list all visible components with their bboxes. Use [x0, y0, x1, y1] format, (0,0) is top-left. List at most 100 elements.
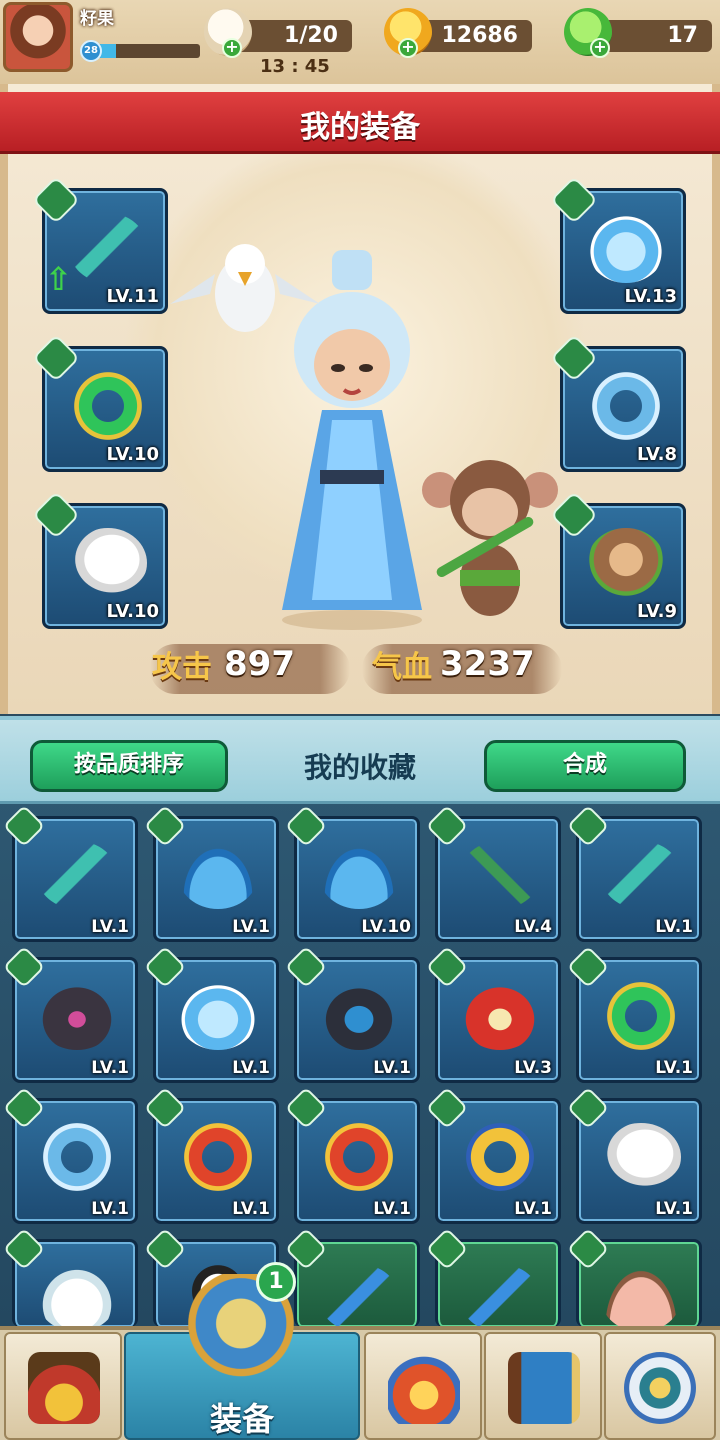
hp-value: 3237	[440, 644, 535, 684]
collection-item[interactable]: LV.1	[143, 1086, 279, 1224]
equip-slot-accessory[interactable]: LV.10	[31, 333, 168, 472]
blue-fan-icon	[178, 841, 258, 909]
nav-tab-settings[interactable]	[604, 1332, 716, 1440]
dark-robe-icon	[37, 982, 117, 1050]
dagger-icon	[69, 213, 147, 283]
item-level: LV.4	[514, 917, 552, 937]
item-level: LV.1	[373, 1199, 411, 1219]
blue-fan-icon	[319, 841, 399, 909]
collection-item[interactable]: LV.1	[2, 1086, 138, 1224]
item-level: LV.1	[232, 1199, 270, 1219]
attack-label: 攻击	[152, 650, 212, 685]
collection-item[interactable]: LV.1	[284, 1086, 420, 1224]
monkey-icon	[587, 528, 665, 598]
item-level: LV.1	[655, 1199, 693, 1219]
red-pendant-icon	[319, 1123, 399, 1191]
battle-icon	[388, 1352, 460, 1424]
dagger-icon	[601, 841, 681, 909]
slot-level: LV.10	[106, 444, 160, 465]
collection-item[interactable]	[284, 1227, 420, 1332]
add-stamina-button[interactable]: +	[222, 38, 242, 58]
add-gold-button[interactable]: +	[398, 38, 418, 58]
collection-item[interactable]: LV.1	[425, 1086, 561, 1224]
nav-tab-equipment-label: 装备	[209, 1400, 274, 1438]
slot-level: LV.8	[637, 444, 677, 465]
item-level: LV.1	[655, 1058, 693, 1078]
equip-slot-pet-2[interactable]: LV.9	[549, 490, 686, 629]
slot-level: LV.13	[624, 286, 678, 307]
equip-slot-armor[interactable]: LV.13	[549, 175, 686, 314]
attack-value: 897	[224, 644, 295, 684]
settings-gear-icon	[624, 1352, 696, 1424]
blue-pendant-icon	[587, 371, 665, 441]
collection-item[interactable]: LV.1	[143, 945, 279, 1083]
collection-item[interactable]	[425, 1227, 561, 1332]
slot-level: LV.9	[637, 601, 677, 622]
pink-fan-icon	[601, 1264, 681, 1332]
collection-item[interactable]: LV.1	[566, 1086, 702, 1224]
item-level: LV.1	[91, 1199, 129, 1219]
equip-slot-accessory-2[interactable]: LV.8	[549, 333, 686, 472]
gold-pendant-icon	[460, 1123, 540, 1191]
collection-item[interactable]: LV.4	[425, 804, 561, 942]
crossbow-icon	[460, 841, 540, 909]
item-level: LV.1	[514, 1199, 552, 1219]
equipment-title: 我的装备	[300, 110, 420, 145]
collection-item[interactable]	[2, 1227, 138, 1332]
snow-robe-icon	[587, 213, 665, 283]
collection-item[interactable]: LV.1	[143, 804, 279, 942]
white-owl-icon	[69, 528, 147, 598]
treasure-shop-icon	[28, 1352, 100, 1424]
monkey-pet	[422, 460, 558, 616]
collection-item[interactable]: LV.3	[425, 945, 561, 1083]
stamina-timer: 13 : 45	[260, 56, 330, 77]
item-level: LV.1	[232, 917, 270, 937]
book-icon	[508, 1352, 580, 1424]
item-level: LV.1	[91, 917, 129, 937]
jade-pendant-icon	[601, 982, 681, 1050]
collection-item[interactable]: LV.1	[2, 945, 138, 1083]
item-level: LV.1	[373, 1058, 411, 1078]
item-level: LV.1	[91, 1058, 129, 1078]
top-bar: 籽果 28 1/20 + 13 : 45 12686 + 17 +	[0, 0, 720, 84]
red-pendant-icon	[178, 1123, 258, 1191]
collection-title: 我的收藏	[303, 751, 416, 784]
blue-sword-icon	[460, 1264, 540, 1332]
white-owl-icon	[601, 1123, 681, 1191]
slot-level: LV.10	[106, 601, 160, 622]
equip-slot-weapon[interactable]: ⇧ LV.11	[31, 175, 168, 314]
collection-item[interactable]: LV.1	[566, 804, 702, 942]
item-level: LV.3	[514, 1058, 552, 1078]
collection-item[interactable]: LV.10	[284, 804, 420, 942]
red-robe-icon	[460, 982, 540, 1050]
merge-button[interactable]: 合成	[484, 740, 686, 792]
nav-tab-book[interactable]	[484, 1332, 602, 1440]
collection-item[interactable]: LV.1	[284, 945, 420, 1083]
equip-slot-pet[interactable]: LV.10	[31, 490, 168, 629]
ferret-icon	[37, 1264, 117, 1332]
sort-by-quality-button[interactable]: 按品质排序	[30, 740, 228, 792]
eagle-pet	[170, 244, 320, 332]
xp-bar	[98, 44, 200, 58]
player-avatar[interactable]	[3, 2, 73, 72]
slot-level: LV.11	[106, 286, 160, 307]
collection-item[interactable]: LV.1	[2, 804, 138, 942]
hp-label: 气血	[372, 650, 432, 685]
upgrade-arrow-icon: ⇧	[45, 260, 72, 298]
player-name: 籽果	[80, 9, 114, 29]
collection-item[interactable]: LV.1	[566, 945, 702, 1083]
collection-item[interactable]	[566, 1227, 702, 1332]
blue-pendant-icon	[37, 1123, 117, 1191]
item-level: LV.10	[361, 917, 411, 937]
snow-robe-icon	[178, 982, 258, 1050]
blue-sword-icon	[319, 1264, 399, 1332]
item-level: LV.1	[232, 1058, 270, 1078]
item-level: LV.1	[655, 917, 693, 937]
equipment-notification-badge: 1	[256, 1262, 296, 1302]
nav-tab-battle[interactable]	[364, 1332, 482, 1440]
jade-pendant-icon	[69, 371, 147, 441]
player-level-badge: 28	[80, 40, 102, 62]
nav-tab-shop[interactable]	[4, 1332, 122, 1440]
dagger-icon	[37, 841, 117, 909]
add-leaf-button[interactable]: +	[590, 38, 610, 58]
